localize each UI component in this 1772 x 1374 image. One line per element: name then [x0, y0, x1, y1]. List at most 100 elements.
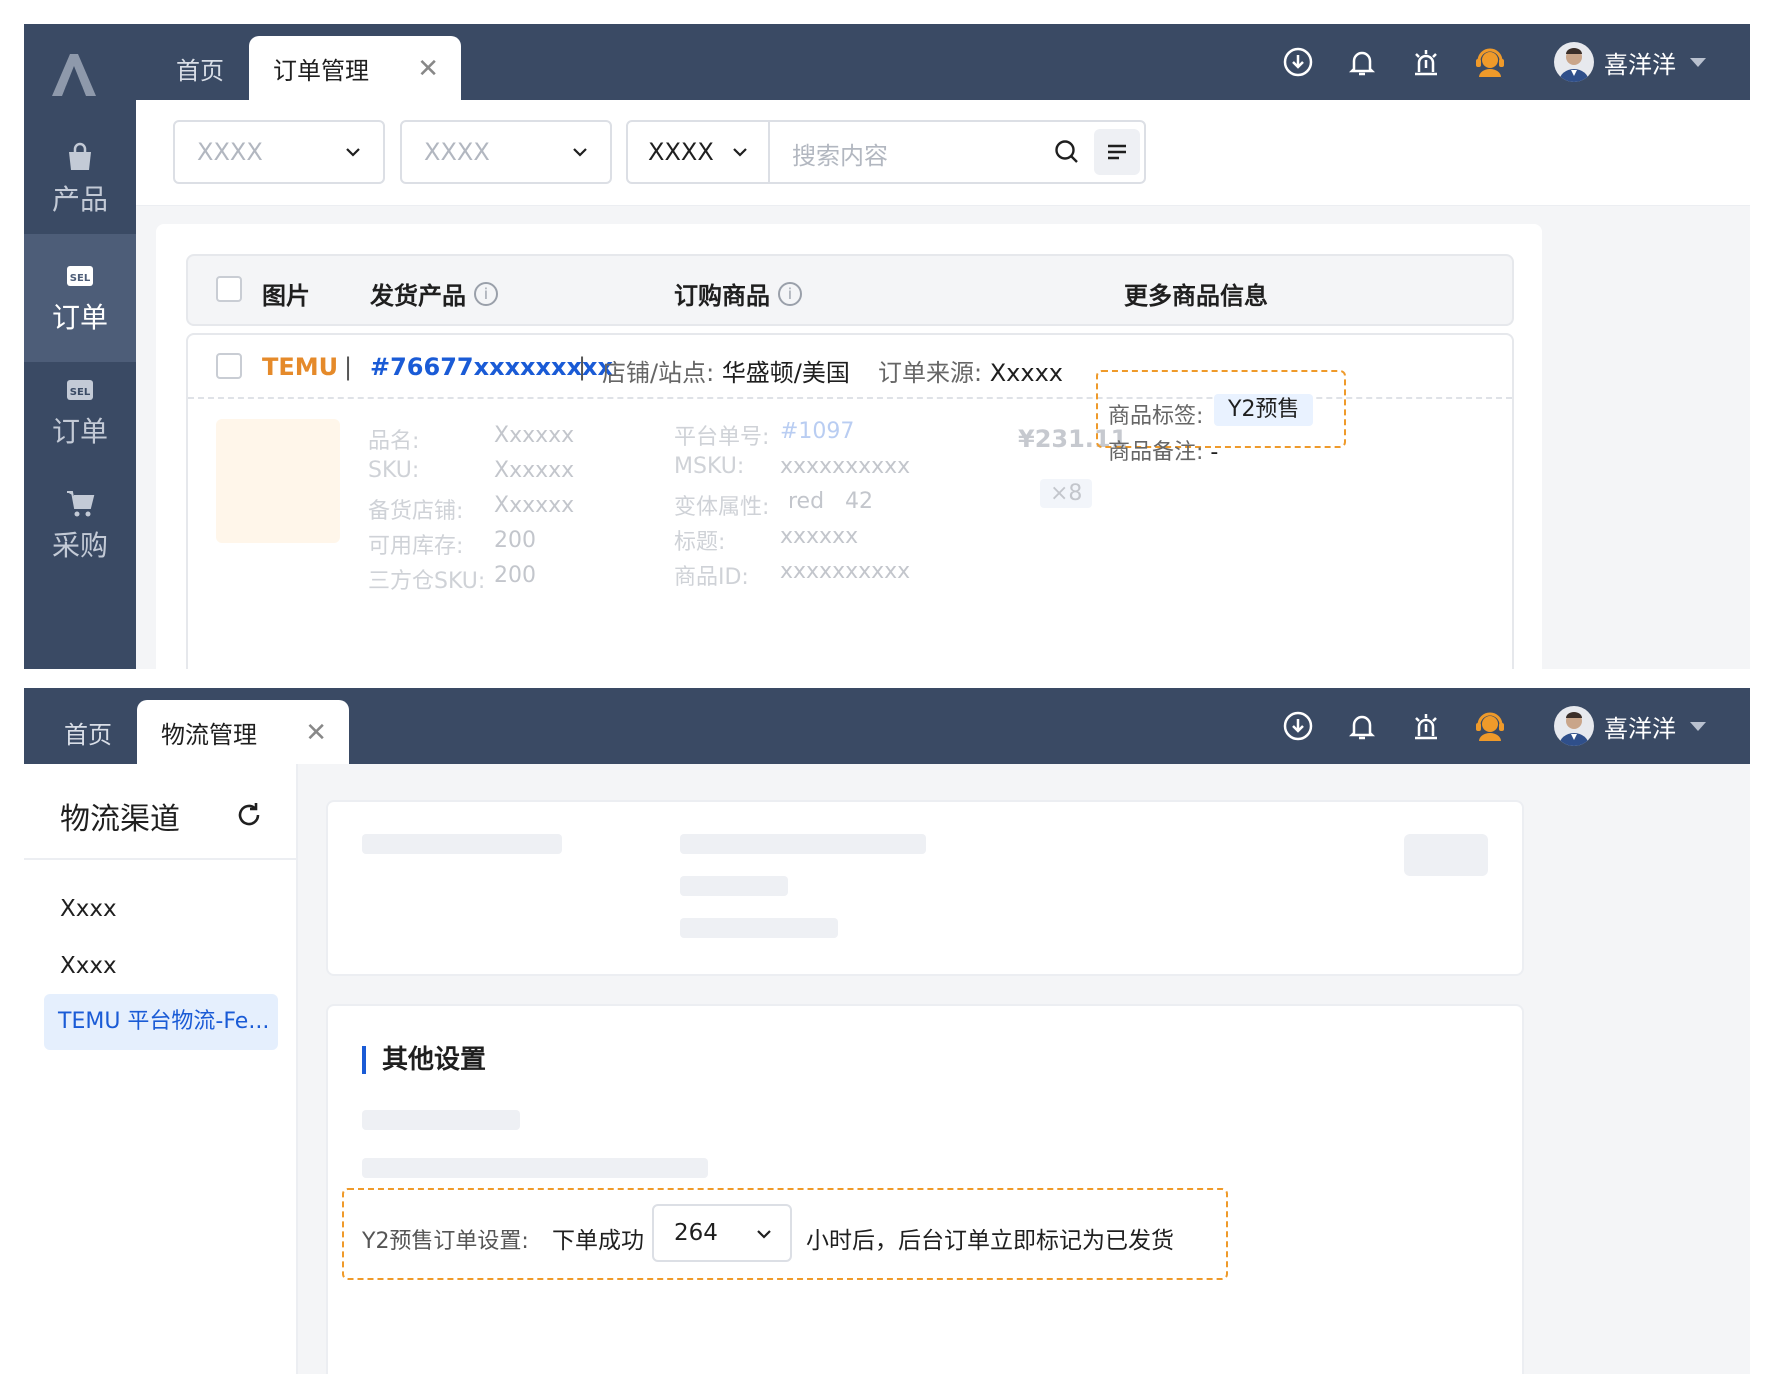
y2-setting-label: Y2预售订单设置: [362, 1229, 529, 1254]
tab-home[interactable]: 首页 [24, 700, 136, 764]
chevron-down-icon [757, 1230, 771, 1239]
header-more-info: 更多商品信息 [1124, 276, 1268, 311]
avatar [1554, 42, 1594, 82]
sidebar-item-purchase[interactable]: 采购 [24, 462, 136, 590]
separator: | [344, 353, 353, 381]
sidebar: 产品 SEL 订单 SEL 订单 采购 [24, 24, 136, 669]
field-label: SKU: [368, 458, 420, 483]
sel-order-icon: SEL [67, 380, 93, 400]
tab-order-management[interactable]: 订单管理 ✕ [249, 36, 461, 100]
field-label: MSKU: [674, 454, 745, 479]
tab-label: 物流管理 [161, 720, 257, 749]
bell-icon[interactable] [1344, 708, 1380, 744]
order-number-link[interactable]: #76677xxxxxxxxx [370, 353, 613, 381]
info-icon[interactable]: i [474, 281, 498, 306]
select-all-checkbox[interactable] [216, 276, 242, 302]
field-label: 标题: [674, 530, 726, 555]
header-label: 订购商品 [674, 282, 770, 310]
channel-item[interactable]: Xxxx [60, 953, 117, 979]
separator: | [578, 353, 587, 381]
advanced-filter-button[interactable] [1094, 129, 1140, 175]
search-type-select[interactable]: XXXX [628, 122, 770, 182]
source-value: Xxxxx [989, 359, 1063, 387]
hours-select[interactable]: 264 [652, 1204, 792, 1262]
field-value: xxxxxxxxxx [780, 454, 911, 479]
select-value: XXXX [648, 138, 714, 166]
channel-item-active[interactable]: TEMU 平台物流-Fe... [44, 994, 278, 1050]
support-agent-icon[interactable] [1472, 44, 1508, 80]
chevron-down-icon [1690, 57, 1706, 67]
field-label: 三方仓SKU: [368, 569, 486, 594]
tab-home[interactable]: 首页 [136, 36, 248, 100]
product-image[interactable] [216, 419, 340, 543]
section-title: 其他设置 [362, 1046, 486, 1074]
field-label: 商品ID: [674, 565, 749, 590]
quantity-badge: ×8 [1040, 479, 1093, 508]
logistics-management-screen: 首页 物流管理 ✕ 喜洋洋 物流渠道 Xxxx Xxxx TEMU 平台物流-F… [24, 688, 1750, 1374]
download-icon[interactable] [1280, 708, 1316, 744]
search-input[interactable]: 搜索内容 [792, 136, 888, 171]
order-management-screen: 产品 SEL 订单 SEL 订单 采购 首页 订单管理 ✕ 喜洋洋 XXXX X… [24, 24, 1750, 669]
alarm-icon[interactable] [1408, 44, 1444, 80]
header-label: 发货产品 [370, 282, 466, 310]
tab-label: 订单管理 [273, 56, 369, 85]
download-icon[interactable] [1280, 44, 1316, 80]
app-logo [48, 50, 100, 102]
close-icon[interactable]: ✕ [305, 718, 327, 748]
divider [24, 858, 298, 860]
chevron-down-icon [573, 148, 587, 157]
header-image: 图片 [262, 276, 310, 311]
shop-label: 店铺/站点: [602, 359, 715, 387]
placeholder-bar [362, 1110, 520, 1130]
note-field: 商品备注: - [1108, 434, 1218, 466]
user-menu[interactable]: 喜洋洋 [1554, 42, 1706, 82]
field-label: 备货店铺: [368, 499, 464, 524]
order-content: XXXX XXXX XXXX 搜索内容 图片 发货产品 i 订购商品 i 更多商… [136, 100, 1750, 669]
filter-select-2[interactable]: XXXX [400, 120, 612, 184]
chevron-down-icon [733, 148, 747, 157]
sel-order-icon: SEL [67, 266, 93, 286]
sidebar-item-label: 产品 [51, 183, 108, 216]
avatar [1554, 706, 1594, 746]
platform-order-link[interactable]: #1097 [780, 419, 854, 444]
user-menu[interactable]: 喜洋洋 [1554, 706, 1706, 746]
sidebar-item-order-active[interactable]: SEL 订单 [24, 234, 136, 362]
field-label: 平台单号: [674, 425, 770, 450]
other-settings-card: 其他设置 Y2预售订单设置: 下单成功 264 小时后，后台订单立即标记为已发货 [326, 1004, 1524, 1374]
placeholder-bar [680, 918, 838, 938]
select-value: XXXX [424, 138, 490, 166]
field-label: 可用库存: [368, 534, 464, 559]
tag-badge: Y2预售 [1214, 394, 1314, 426]
channel-detail: 其他设置 Y2预售订单设置: 下单成功 264 小时后，后台订单立即标记为已发货 [298, 764, 1750, 1374]
user-name: 喜洋洋 [1604, 50, 1676, 79]
info-icon[interactable]: i [778, 281, 802, 306]
refresh-icon[interactable] [234, 800, 264, 830]
field-value: 200 [494, 563, 536, 588]
channel-info-card [326, 800, 1524, 976]
support-agent-icon[interactable] [1472, 708, 1508, 744]
field-label: 变体属性: [674, 495, 770, 520]
bell-icon[interactable] [1344, 44, 1380, 80]
channel-item[interactable]: Xxxx [60, 896, 117, 922]
platform-label: TEMU [262, 353, 339, 381]
alarm-icon[interactable] [1408, 708, 1444, 744]
field-value: xxxxxx [780, 524, 859, 549]
close-icon[interactable]: ✕ [417, 54, 439, 84]
filter-bar: XXXX XXXX XXXX 搜索内容 [136, 100, 1750, 206]
table-header: 图片 发货产品 i 订购商品 i 更多商品信息 [186, 254, 1514, 326]
note-label: 商品备注: [1108, 440, 1204, 465]
placeholder-bar [680, 876, 788, 896]
placeholder-bar [362, 1158, 708, 1178]
sidebar-item-order[interactable]: SEL 订单 [24, 348, 136, 476]
top-bar: 首页 物流管理 ✕ 喜洋洋 [24, 688, 1750, 764]
search-icon[interactable] [1053, 138, 1081, 166]
tab-logistics-management[interactable]: 物流管理 ✕ [137, 700, 349, 764]
order-checkbox[interactable] [216, 353, 242, 379]
channel-sidebar: 物流渠道 Xxxx Xxxx TEMU 平台物流-Fe... [24, 764, 298, 1374]
header-icons: 喜洋洋 [1280, 24, 1706, 100]
filter-select-1[interactable]: XXXX [173, 120, 385, 184]
chevron-down-icon [346, 148, 360, 157]
sidebar-item-product[interactable]: 产品 [24, 116, 136, 244]
field-value: Xxxxxx [494, 423, 575, 448]
field-value: xxxxxxxxxx [780, 559, 911, 584]
